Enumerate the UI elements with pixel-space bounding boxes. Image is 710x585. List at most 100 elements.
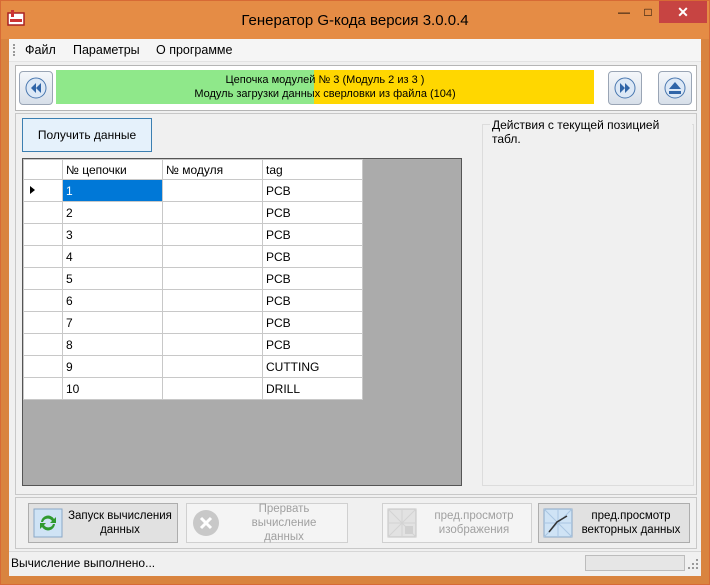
row-header[interactable] bbox=[23, 267, 63, 290]
table-cell[interactable]: PCB bbox=[262, 223, 363, 246]
menu-file[interactable]: Файл bbox=[25, 43, 56, 57]
table-row[interactable]: 4 PCB bbox=[23, 245, 363, 268]
table-cell[interactable]: 2 bbox=[62, 201, 163, 224]
table-cell[interactable]: 6 bbox=[62, 289, 163, 312]
table-cell[interactable]: 5 bbox=[62, 267, 163, 290]
progress-bar bbox=[585, 555, 685, 571]
preview-vector-button[interactable]: пред.просмотр векторных данных bbox=[538, 503, 690, 543]
start-label-line2: данных bbox=[100, 524, 140, 536]
table-cell[interactable]: 4 bbox=[62, 245, 163, 268]
table-cell[interactable]: PCB bbox=[262, 245, 363, 268]
table-cell[interactable] bbox=[162, 179, 263, 202]
table-row[interactable]: 3 PCB bbox=[23, 223, 363, 246]
table-cell[interactable]: PCB bbox=[262, 201, 363, 224]
status-text: Вычисление выполнено... bbox=[11, 556, 156, 570]
group-border bbox=[482, 124, 694, 486]
table-cell[interactable]: CUTTING bbox=[262, 355, 363, 378]
get-data-button[interactable]: Получить данные bbox=[22, 118, 152, 152]
table-cell[interactable]: 10 bbox=[62, 377, 163, 400]
minimize-button[interactable]: — bbox=[611, 1, 637, 23]
prev-module-button[interactable] bbox=[19, 71, 53, 105]
window-title: Генератор G-кода версия 3.0.0.4 bbox=[241, 12, 469, 29]
resize-grip-icon[interactable] bbox=[687, 558, 699, 570]
table-header-row: № цепочки № модуля tag bbox=[23, 159, 363, 180]
table-cell[interactable] bbox=[162, 267, 263, 290]
row-header[interactable] bbox=[23, 355, 63, 378]
start-calculation-label: Запуск вычисления данных bbox=[63, 509, 177, 537]
row-header[interactable] bbox=[23, 179, 63, 202]
row-header[interactable] bbox=[23, 223, 63, 246]
preview-img-line2: изображения bbox=[438, 524, 510, 536]
table-cell[interactable]: PCB bbox=[262, 179, 363, 202]
cancel-icon bbox=[193, 510, 219, 536]
chain-navigation-panel: Цепочка модулей № 3 (Модуль 2 из 3 ) Мод… bbox=[15, 65, 697, 111]
current-row-arrow-icon bbox=[30, 185, 35, 194]
menu-about[interactable]: О программе bbox=[156, 43, 232, 57]
table-cell[interactable]: 9 bbox=[62, 355, 163, 378]
eject-button[interactable] bbox=[658, 71, 692, 105]
table-cell[interactable] bbox=[162, 289, 263, 312]
row-header[interactable] bbox=[23, 333, 63, 356]
status-bar: Вычисление выполнено... bbox=[9, 551, 701, 574]
menu-parameters[interactable]: Параметры bbox=[73, 43, 140, 57]
refresh-icon bbox=[33, 508, 63, 538]
preview-image-button[interactable]: пред.просмотр изображения bbox=[382, 503, 532, 543]
client-area: Файл Параметры О программе Цепочка модул… bbox=[9, 39, 701, 576]
table-cell[interactable] bbox=[162, 223, 263, 246]
start-label-line1: Запуск вычисления bbox=[68, 510, 172, 522]
row-header[interactable] bbox=[23, 245, 63, 268]
column-header-chain[interactable]: № цепочки bbox=[62, 159, 163, 180]
table-cell[interactable] bbox=[162, 333, 263, 356]
preview-vec-line1: пред.просмотр bbox=[591, 510, 671, 522]
table-row[interactable]: 7 PCB bbox=[23, 311, 363, 334]
data-table: № цепочки № модуля tag 1 PCB 2 PCB 3 PCB… bbox=[23, 159, 363, 400]
maximize-button[interactable]: □ bbox=[637, 1, 659, 23]
eject-icon bbox=[664, 77, 686, 99]
table-row[interactable]: 6 PCB bbox=[23, 289, 363, 312]
start-calculation-button[interactable]: Запуск вычисления данных bbox=[28, 503, 178, 543]
table-cell[interactable]: 3 bbox=[62, 223, 163, 246]
abort-calculation-button[interactable]: Прервать вычисление данных bbox=[186, 503, 348, 543]
data-grid[interactable]: № цепочки № модуля tag 1 PCB 2 PCB 3 PCB… bbox=[22, 158, 462, 486]
table-cell[interactable]: DRILL bbox=[262, 377, 363, 400]
table-cell[interactable]: 1 bbox=[62, 179, 163, 202]
table-cell[interactable] bbox=[162, 201, 263, 224]
table-cell[interactable]: PCB bbox=[262, 333, 363, 356]
table-row[interactable]: 2 PCB bbox=[23, 201, 363, 224]
table-row[interactable]: 1 PCB bbox=[23, 179, 363, 202]
table-cell[interactable] bbox=[162, 245, 263, 268]
title-bar[interactable]: Генератор G-кода версия 3.0.0.4 — □ ✕ bbox=[1, 1, 709, 39]
table-cell[interactable]: PCB bbox=[262, 289, 363, 312]
abort-calculation-label: Прервать вычисление данных bbox=[221, 502, 347, 544]
table-cell[interactable]: PCB bbox=[262, 267, 363, 290]
table-cell[interactable] bbox=[162, 377, 263, 400]
table-cell[interactable]: PCB bbox=[262, 311, 363, 334]
table-row[interactable]: 8 PCB bbox=[23, 333, 363, 356]
table-cell[interactable] bbox=[162, 311, 263, 334]
table-cell[interactable]: 8 bbox=[62, 333, 163, 356]
preview-image-label: пред.просмотр изображения bbox=[417, 509, 531, 537]
double-left-arrow-icon bbox=[25, 77, 47, 99]
row-header[interactable] bbox=[23, 311, 63, 334]
next-module-button[interactable] bbox=[608, 71, 642, 105]
table-row[interactable]: 9 CUTTING bbox=[23, 355, 363, 378]
table-row[interactable]: 10 DRILL bbox=[23, 377, 363, 400]
row-header[interactable] bbox=[23, 201, 63, 224]
close-button[interactable]: ✕ bbox=[659, 1, 707, 23]
column-header-module[interactable]: № модуля bbox=[162, 159, 263, 180]
row-header[interactable] bbox=[23, 289, 63, 312]
chain-status: Цепочка модулей № 3 (Модуль 2 из 3 ) Мод… bbox=[56, 70, 594, 104]
module-info-line: Модуль загрузки данных сверловки из файл… bbox=[194, 88, 456, 100]
table-row[interactable]: 5 PCB bbox=[23, 267, 363, 290]
table-cell[interactable]: 7 bbox=[62, 311, 163, 334]
menu-bar: Файл Параметры О программе bbox=[9, 39, 701, 62]
table-cell[interactable] bbox=[162, 355, 263, 378]
main-panel: Получить данные № цепочки № модуля tag 1 bbox=[15, 113, 697, 495]
preview-img-line1: пред.просмотр bbox=[434, 510, 514, 522]
group-title: Действия с текущей позицией табл. bbox=[490, 118, 692, 146]
actions-panel: Запуск вычисления данных Прервать вычисле… bbox=[15, 497, 697, 549]
column-header-tag[interactable]: tag bbox=[262, 159, 363, 180]
row-header[interactable] bbox=[23, 377, 63, 400]
app-window: Генератор G-кода версия 3.0.0.4 — □ ✕ Фа… bbox=[0, 0, 710, 585]
abort-label-line1: Прервать вычисление bbox=[251, 503, 317, 529]
